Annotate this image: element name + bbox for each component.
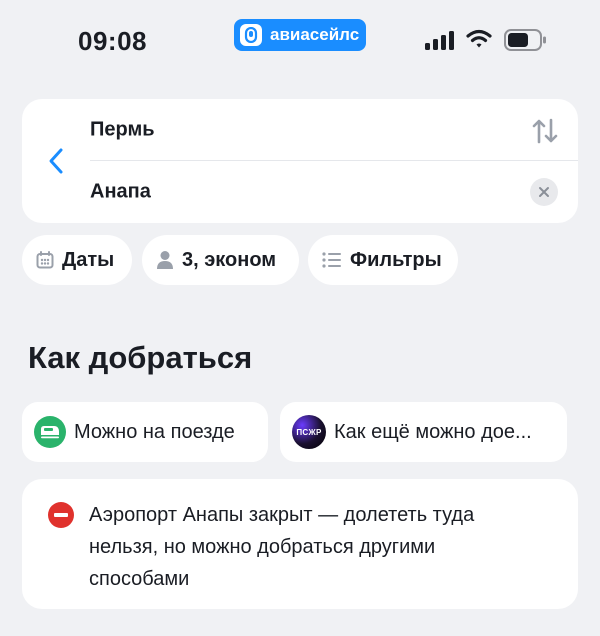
passengers-chip[interactable]: 3, эконом [142, 235, 299, 285]
swap-arrows-icon [532, 118, 558, 144]
person-icon [157, 251, 173, 269]
app-indicator-pill[interactable]: авиасейлс [234, 19, 366, 51]
calendar-icon [36, 251, 54, 269]
train-icon [34, 416, 66, 448]
no-entry-icon [48, 502, 74, 528]
battery-icon [504, 29, 546, 51]
notice-text: Аэропорт Анапы закрыт — долететь туда не… [89, 504, 475, 590]
filter-list-icon [322, 252, 341, 268]
other-ways-option-label: Как ещё можно дое... [334, 420, 532, 443]
pskzhr-logo-text: ПСЖР [296, 427, 322, 437]
filters-chip-label: Фильтры [350, 248, 442, 271]
app-name: авиасейлс [270, 25, 360, 44]
section-title: Как добраться [28, 340, 253, 375]
train-option-card[interactable]: Можно на поезде [22, 402, 268, 462]
swap-button[interactable] [532, 117, 558, 145]
status-time: 09:08 [78, 26, 147, 56]
airport-closed-notice: Аэропорт Анапы закрыт — долететь туда не… [22, 479, 578, 609]
other-ways-option-card[interactable]: ПСЖР Как ещё можно дое... [280, 402, 567, 462]
chevron-left-icon [49, 148, 63, 174]
dates-chip[interactable]: Даты [22, 235, 132, 285]
wifi-icon [466, 29, 492, 48]
destination-field[interactable]: Анапа [90, 161, 578, 223]
dates-chip-label: Даты [62, 248, 115, 271]
train-option-label: Можно на поезде [74, 420, 235, 443]
cellular-signal-icon [425, 30, 454, 50]
pskzhr-logo-icon: ПСЖР [292, 415, 326, 449]
close-icon [539, 187, 549, 197]
aviasales-logo-icon [240, 24, 262, 46]
status-bar: 09:08 авиасейлс [0, 0, 600, 80]
origin-city: Пермь [90, 118, 155, 140]
clear-destination-button[interactable] [530, 178, 558, 206]
route-search-card: Пермь Анапа [22, 99, 578, 223]
passengers-chip-label: 3, эконом [182, 248, 277, 271]
back-button[interactable] [42, 143, 70, 179]
destination-city: Анапа [90, 180, 151, 203]
origin-field[interactable]: Пермь [90, 99, 578, 161]
filters-chip[interactable]: Фильтры [308, 235, 458, 285]
